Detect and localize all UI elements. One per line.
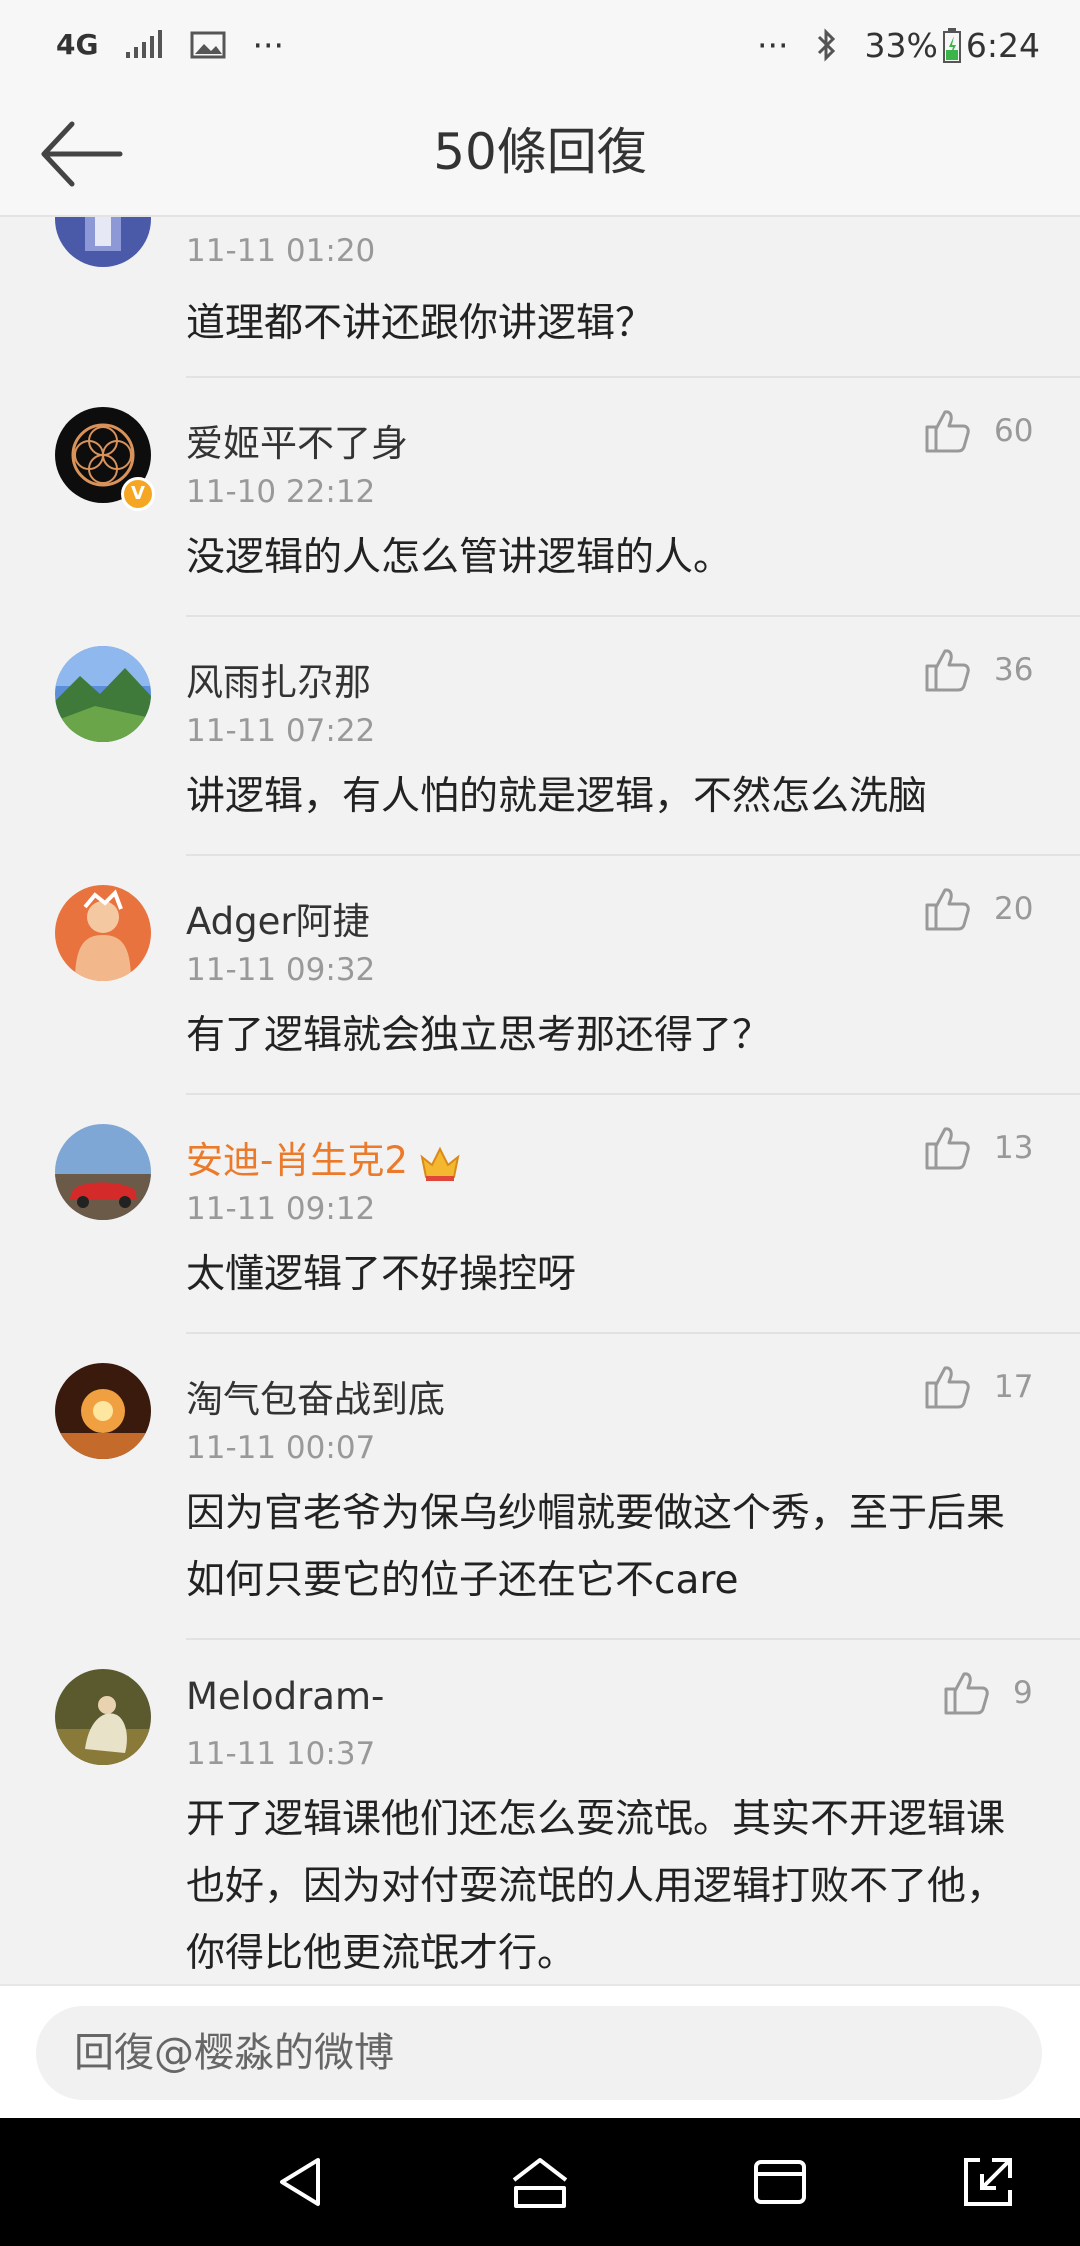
avatar[interactable]: [55, 217, 151, 267]
thumbs-up-icon: [944, 1672, 989, 1715]
comment-text: 道理都不讲还跟你讲逻辑？: [186, 301, 655, 346]
comment-item: Adger阿捷 20 11-11 09:32 有了逻辑就会独立思考那还得了？: [0, 856, 1080, 1095]
comment-username[interactable]: Melodram-: [186, 1675, 384, 1718]
comment-text: 因为官老爷为保乌纱帽就要做这个秀，至于后果如何只要它的位子还在它不care: [186, 1491, 1006, 1603]
like-count: 17: [994, 1369, 1034, 1405]
page-title: 50條回復: [433, 123, 647, 181]
battery-icon: [942, 28, 961, 63]
comment-item: 风雨扎尕那 36 11-11 07:22 讲逻辑，有人怕的就是逻辑，不然怎么洗脑: [0, 617, 1080, 856]
like-button[interactable]: 13: [924, 1125, 1033, 1171]
comment-text: 没逻辑的人怎么管讲逻辑的人。: [186, 535, 733, 580]
comment-item: 淘气包奋战到底 17 11-11 00:07 因为官老爷为保乌纱帽就要做这个秀，…: [0, 1334, 1080, 1640]
thumbs-up-icon: [925, 1127, 970, 1170]
back-nav-icon[interactable]: [272, 2152, 332, 2212]
more-notifications: ···: [252, 25, 284, 65]
clock: 6:24: [965, 25, 1040, 65]
thumbs-up-icon: [925, 888, 970, 931]
more-status: ···: [757, 25, 789, 65]
image-notification-icon: [190, 31, 226, 59]
comment-username[interactable]: Adger阿捷: [186, 891, 370, 945]
reply-bar: 回復@樱淼的微博: [0, 1984, 1080, 2118]
avatar[interactable]: [55, 885, 151, 981]
status-bar: 4G ··· ··· 33% 6:24: [0, 0, 1080, 90]
signal-icon: [126, 30, 163, 58]
like-count: 9: [1013, 1675, 1033, 1711]
like-button[interactable]: 60: [924, 408, 1033, 454]
username-text: 安迪-肖生克2: [186, 1139, 408, 1182]
reply-input[interactable]: 回復@樱淼的微博: [36, 2006, 1042, 2100]
home-nav-icon[interactable]: [510, 2152, 570, 2212]
vip-crown-icon: [420, 1146, 460, 1181]
comment-time: 11-11 09:12: [186, 1191, 376, 1227]
comment-text: 太懂逻辑了不好操控呀: [186, 1252, 577, 1297]
comment-item: V 爱姬平不了身 60 11-10 22:12 没逻辑的人怎么管讲逻辑的人。: [0, 378, 1080, 617]
comment-username[interactable]: 爱姬平不了身: [186, 413, 408, 467]
like-button[interactable]: 9: [943, 1670, 1033, 1716]
comment-time: 11-10 22:12: [186, 474, 376, 510]
navigation-bar: [0, 2118, 1080, 2246]
like-count: 13: [994, 1130, 1034, 1166]
verified-badge-icon: V: [121, 477, 155, 511]
comment-item: 11-11 01:20 道理都不讲还跟你讲逻辑？: [0, 217, 1080, 378]
comment-time: 11-11 01:20: [186, 233, 376, 269]
comment-username[interactable]: 淘气包奋战到底: [186, 1369, 445, 1423]
comment-time: 11-11 09:32: [186, 952, 376, 988]
network-type: 4G: [56, 28, 99, 61]
header: 50條回復: [0, 90, 1080, 217]
thumbs-up-icon: [925, 649, 970, 692]
like-count: 60: [994, 413, 1034, 449]
bluetooth-icon: [817, 28, 835, 62]
comment-text: 开了逻辑课他们还怎么耍流氓。其实不开逻辑课也好，因为对付耍流氓的人用逻辑打败不了…: [186, 1797, 1006, 1976]
avatar[interactable]: [55, 1669, 151, 1765]
like-button[interactable]: 36: [924, 647, 1033, 693]
avatar[interactable]: [55, 1124, 151, 1220]
recents-nav-icon[interactable]: [750, 2152, 810, 2212]
like-count: 20: [994, 891, 1034, 927]
comment-username[interactable]: 安迪-肖生克2: [186, 1130, 462, 1184]
like-count: 36: [994, 652, 1034, 688]
comment-time: 11-11 00:07: [186, 1430, 376, 1466]
comment-text: 有了逻辑就会独立思考那还得了？: [186, 1013, 772, 1058]
avatar[interactable]: [55, 646, 151, 742]
thumbs-up-icon: [925, 1366, 970, 1409]
avatar[interactable]: [55, 1363, 151, 1459]
expand-screen-icon[interactable]: [958, 2152, 1018, 2212]
comment-list[interactable]: 11-11 01:20 道理都不讲还跟你讲逻辑？ V 爱姬平不了身 60 11-…: [0, 217, 1080, 1984]
comment-item: Melodram- 9 11-11 10:37 开了逻辑课他们还怎么耍流氓。其实…: [0, 1640, 1080, 1984]
comment-item: 安迪-肖生克2 13 11-11 09:12 太懂逻辑了不好操控呀: [0, 1095, 1080, 1334]
comment-time: 11-11 07:22: [186, 713, 376, 749]
thumbs-up-icon: [925, 410, 970, 453]
comment-time: 11-11 10:37: [186, 1736, 376, 1772]
battery-percent: 33%: [864, 25, 938, 65]
comment-username[interactable]: 风雨扎尕那: [186, 652, 371, 706]
like-button[interactable]: 17: [924, 1364, 1033, 1410]
like-button[interactable]: 20: [924, 886, 1033, 932]
comment-text: 讲逻辑，有人怕的就是逻辑，不然怎么洗脑: [186, 774, 928, 819]
